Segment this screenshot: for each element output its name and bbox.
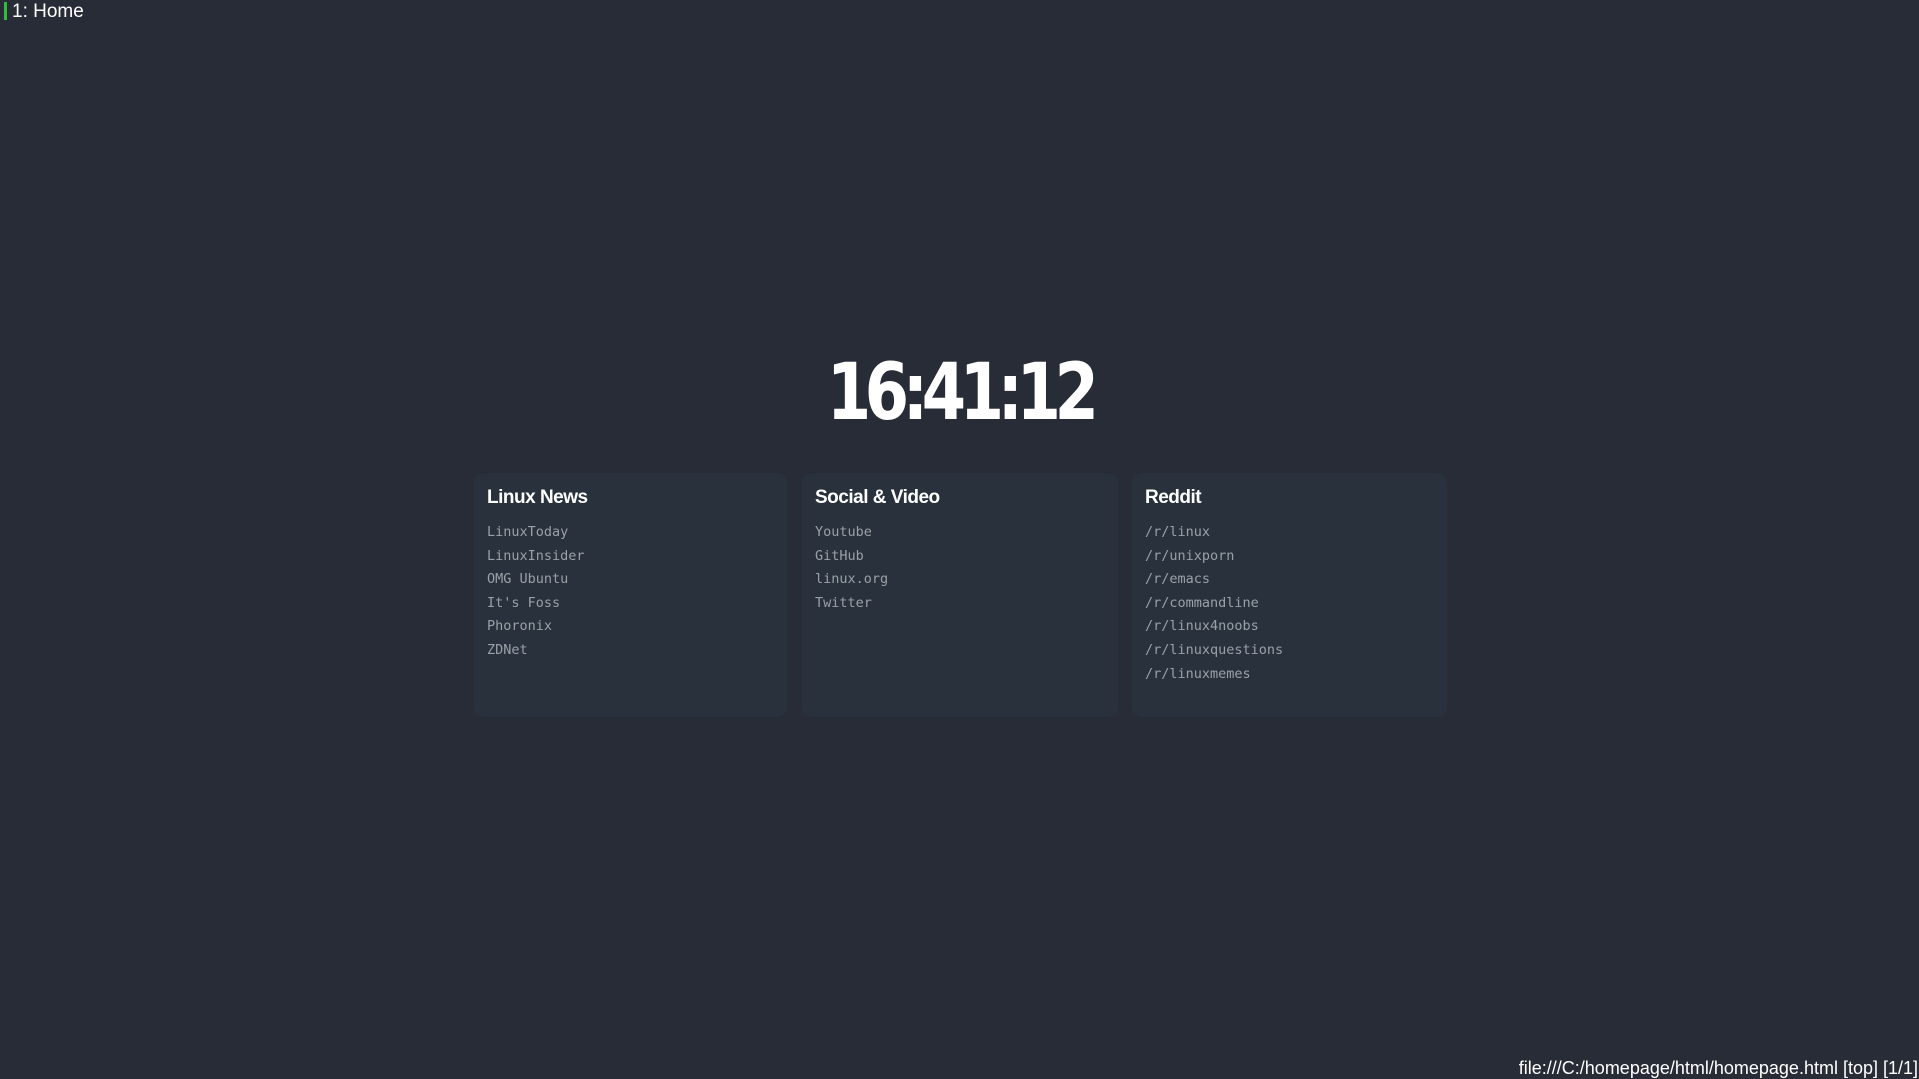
clock: 16:41:12: [826, 348, 1099, 438]
link-list: Youtube GitHub linux.org Twitter: [815, 521, 888, 689]
link-youtube[interactable]: Youtube: [815, 521, 888, 545]
active-tab-indicator: [4, 2, 7, 20]
link-r-linuxmemes[interactable]: /r/linuxmemes: [1145, 663, 1283, 687]
panel-title: Social & Video: [815, 487, 940, 508]
panel-title: Linux News: [487, 487, 588, 508]
link-list: LinuxToday LinuxInsider OMG Ubuntu It's …: [487, 521, 585, 689]
link-zdnet[interactable]: ZDNet: [487, 639, 585, 663]
link-r-unixporn[interactable]: /r/unixporn: [1145, 545, 1283, 569]
link-r-emacs[interactable]: /r/emacs: [1145, 568, 1283, 592]
link-r-commandline[interactable]: /r/commandline: [1145, 592, 1283, 616]
link-r-linuxquestions[interactable]: /r/linuxquestions: [1145, 639, 1283, 663]
panel-reddit: Reddit /r/linux /r/unixporn /r/emacs /r/…: [1132, 473, 1447, 717]
link-github[interactable]: GitHub: [815, 545, 888, 569]
panel-title: Reddit: [1145, 487, 1202, 508]
link-linux-org[interactable]: linux.org: [815, 568, 888, 592]
link-list: /r/linux /r/unixporn /r/emacs /r/command…: [1145, 521, 1283, 689]
link-omg-ubuntu[interactable]: OMG Ubuntu: [487, 568, 585, 592]
link-r-linux4noobs[interactable]: /r/linux4noobs: [1145, 615, 1283, 639]
bookmark-panels: Linux News LinuxToday LinuxInsider OMG U…: [474, 473, 1447, 717]
link-r-linux[interactable]: /r/linux: [1145, 521, 1283, 545]
link-phoronix[interactable]: Phoronix: [487, 615, 585, 639]
link-its-foss[interactable]: It's Foss: [487, 592, 585, 616]
tab-title[interactable]: 1: Home: [12, 1, 84, 23]
link-twitter[interactable]: Twitter: [815, 592, 888, 616]
panel-linux-news: Linux News LinuxToday LinuxInsider OMG U…: [474, 473, 787, 717]
panel-social-video: Social & Video Youtube GitHub linux.org …: [802, 473, 1118, 717]
status-bar-url: file:///C:/homepage/html/homepage.html […: [1518, 1058, 1918, 1078]
link-linuxinsider[interactable]: LinuxInsider: [487, 545, 585, 569]
link-linuxtoday[interactable]: LinuxToday: [487, 521, 585, 545]
